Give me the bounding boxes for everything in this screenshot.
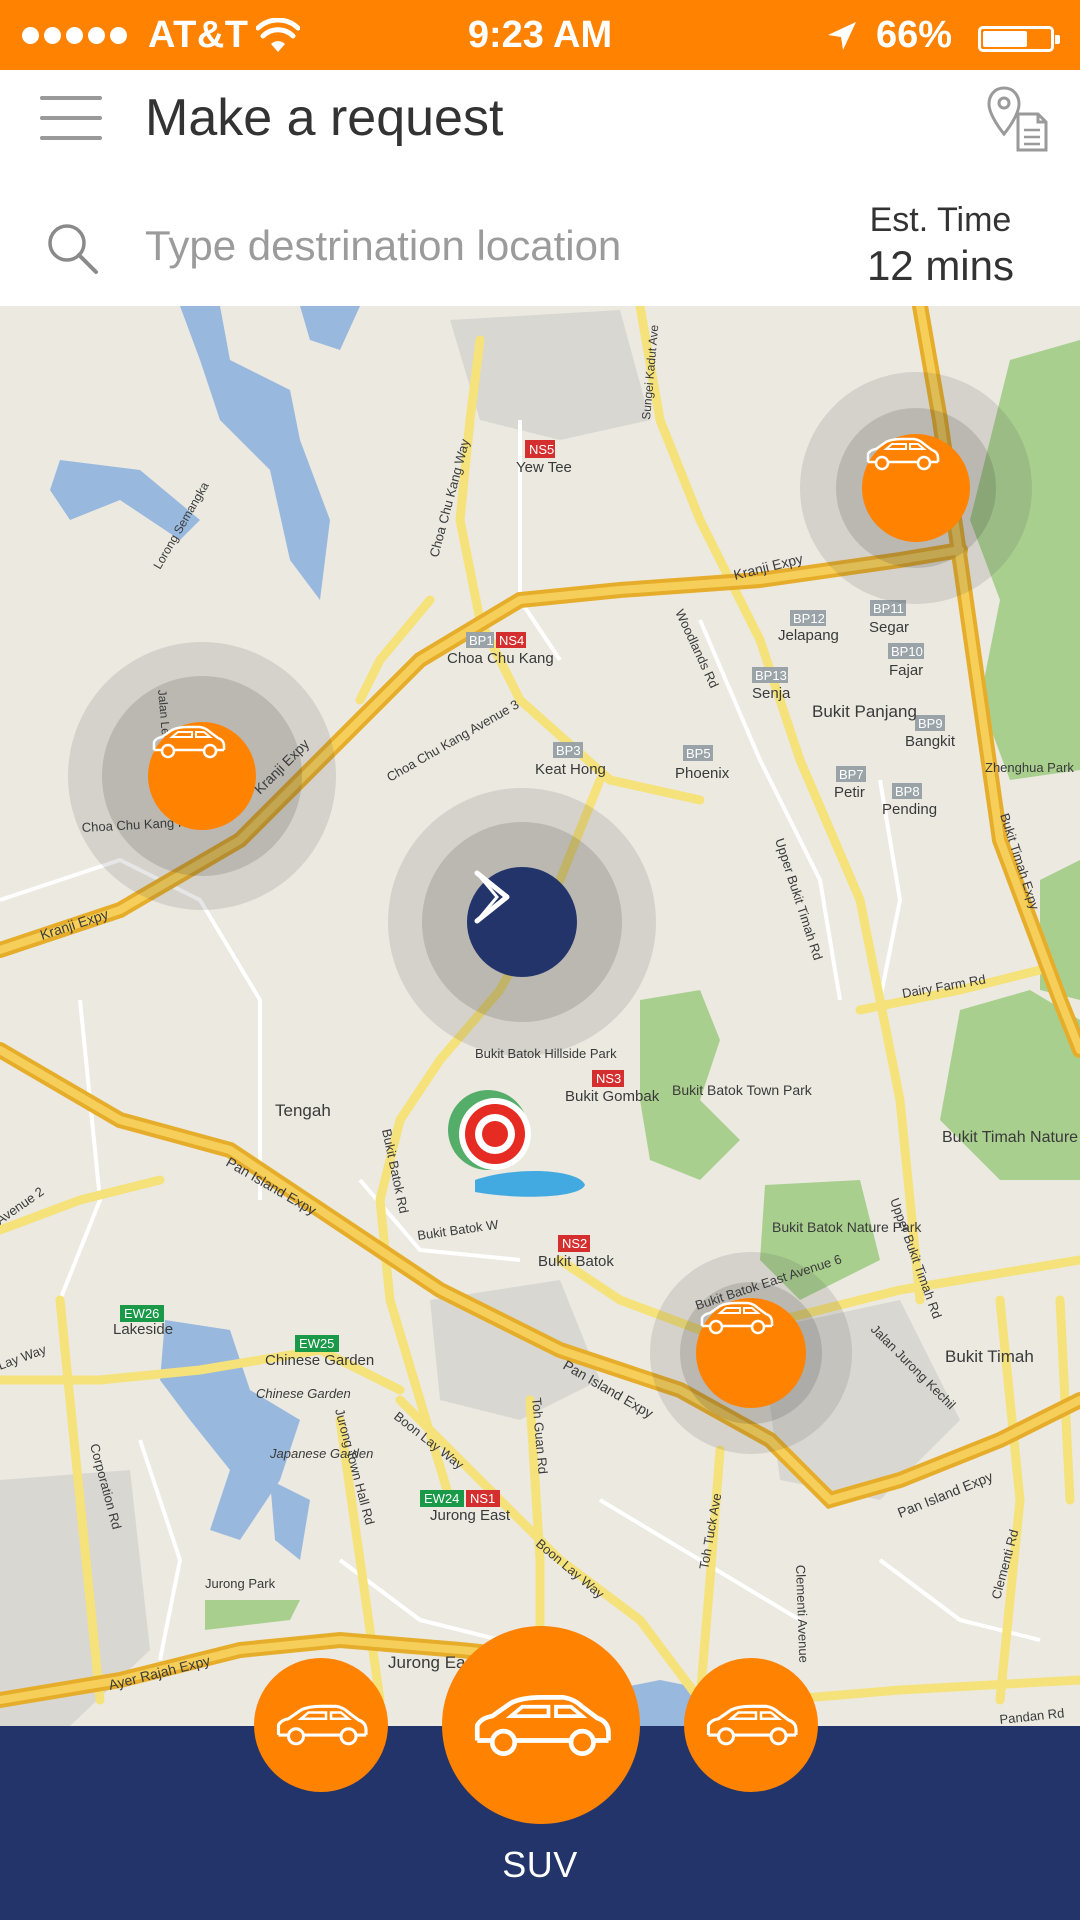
- place-label: Bukit Panjang: [812, 702, 917, 721]
- station-code: EW26: [124, 1306, 159, 1321]
- place-label: Jurong East: [430, 1507, 511, 1524]
- place-label: Phoenix: [675, 765, 730, 782]
- chevron-right-icon: [474, 870, 510, 924]
- battery-icon: [978, 26, 1060, 52]
- place-label: Segar: [869, 619, 909, 636]
- car-icon: [700, 1301, 774, 1335]
- place-label: Bukit Timah Nature Reserve: [942, 1129, 1080, 1146]
- map-view[interactable]: NS5 BP1 NS4 BP12 BP11 BP10 BP13 BP9 BP3 …: [0, 306, 1080, 1726]
- place-label: Bukit Batok: [538, 1253, 614, 1270]
- car-icon: [276, 1704, 368, 1746]
- place-label: Bukit Timah: [945, 1347, 1034, 1366]
- place-label: Senja: [752, 685, 791, 702]
- station-code: BP13: [755, 668, 787, 683]
- station-code: BP8: [895, 784, 920, 799]
- station-code: NS3: [596, 1071, 621, 1086]
- app-root: AT&T 9:23 AM 66% Make a request Type des…: [0, 0, 1080, 1920]
- place-label: Petir: [834, 784, 865, 801]
- app-header: Make a request Est. Time 12 mins: [0, 70, 1080, 289]
- place-label: Jelapang: [778, 627, 839, 644]
- station-code: BP5: [686, 746, 711, 761]
- search-icon: [48, 224, 98, 274]
- station-code: BP1: [469, 633, 494, 648]
- station-code: EW25: [299, 1336, 334, 1351]
- place-label: Pending: [882, 801, 937, 818]
- search-row: Est. Time 12 mins: [0, 198, 1080, 306]
- car-icon: [866, 437, 940, 471]
- nearby-car-marker[interactable]: [800, 372, 1032, 604]
- vehicle-option-left[interactable]: [254, 1658, 388, 1792]
- vehicle-option-right[interactable]: [684, 1658, 818, 1792]
- destination-search-input[interactable]: [145, 212, 825, 280]
- location-arrow-icon: [828, 22, 856, 50]
- est-time-label: Est. Time: [869, 201, 1012, 239]
- station-code: NS1: [470, 1491, 495, 1506]
- place-label: Jurong Park: [205, 1576, 276, 1591]
- status-bar: AT&T 9:23 AM 66%: [0, 0, 1080, 70]
- station-code: BP12: [793, 611, 825, 626]
- station-code: EW24: [424, 1491, 459, 1506]
- est-time-value: 12 mins: [866, 242, 1014, 289]
- place-label: Bukit Batok Town Park: [672, 1082, 813, 1098]
- place-label: Zhenghua Park: [985, 760, 1074, 775]
- place-label: Bangkit: [905, 733, 956, 750]
- station-code: BP7: [839, 767, 864, 782]
- station-code: NS5: [529, 442, 554, 457]
- vehicle-option-suv-selected[interactable]: [442, 1626, 640, 1824]
- pickup-navigate-button[interactable]: [388, 788, 656, 1056]
- place-label: Lakeside: [113, 1321, 173, 1338]
- place-label: Chinese Garden: [265, 1352, 374, 1369]
- station-code: NS2: [562, 1236, 587, 1251]
- station-code: BP10: [891, 644, 923, 659]
- battery-percent: 66%: [876, 14, 953, 56]
- hamburger-menu-icon[interactable]: [40, 92, 104, 146]
- place-label: Chinese Garden: [256, 1386, 351, 1401]
- map-pin-document-icon[interactable]: [986, 84, 1050, 154]
- place-label: Yew Tee: [516, 459, 572, 476]
- station-code: NS4: [499, 633, 524, 648]
- car-icon: [152, 725, 226, 759]
- car-icon: [706, 1704, 798, 1746]
- place-label: Choa Chu Kang: [447, 650, 554, 667]
- nearby-car-marker[interactable]: [650, 1252, 852, 1454]
- place-label: Keat Hong: [535, 761, 606, 778]
- place-label: Tengah: [275, 1101, 331, 1120]
- place-label: Bukit Gombak: [565, 1088, 660, 1105]
- car-icon: [474, 1694, 611, 1756]
- station-code: BP3: [556, 743, 581, 758]
- estimated-time: Est. Time 12 mins: [867, 198, 1014, 290]
- page-title: Make a request: [145, 89, 504, 147]
- place-label: Fajar: [889, 662, 923, 679]
- nearby-car-marker[interactable]: [68, 642, 336, 910]
- station-code: BP9: [918, 716, 943, 731]
- selected-vehicle-label: SUV: [502, 1844, 578, 1885]
